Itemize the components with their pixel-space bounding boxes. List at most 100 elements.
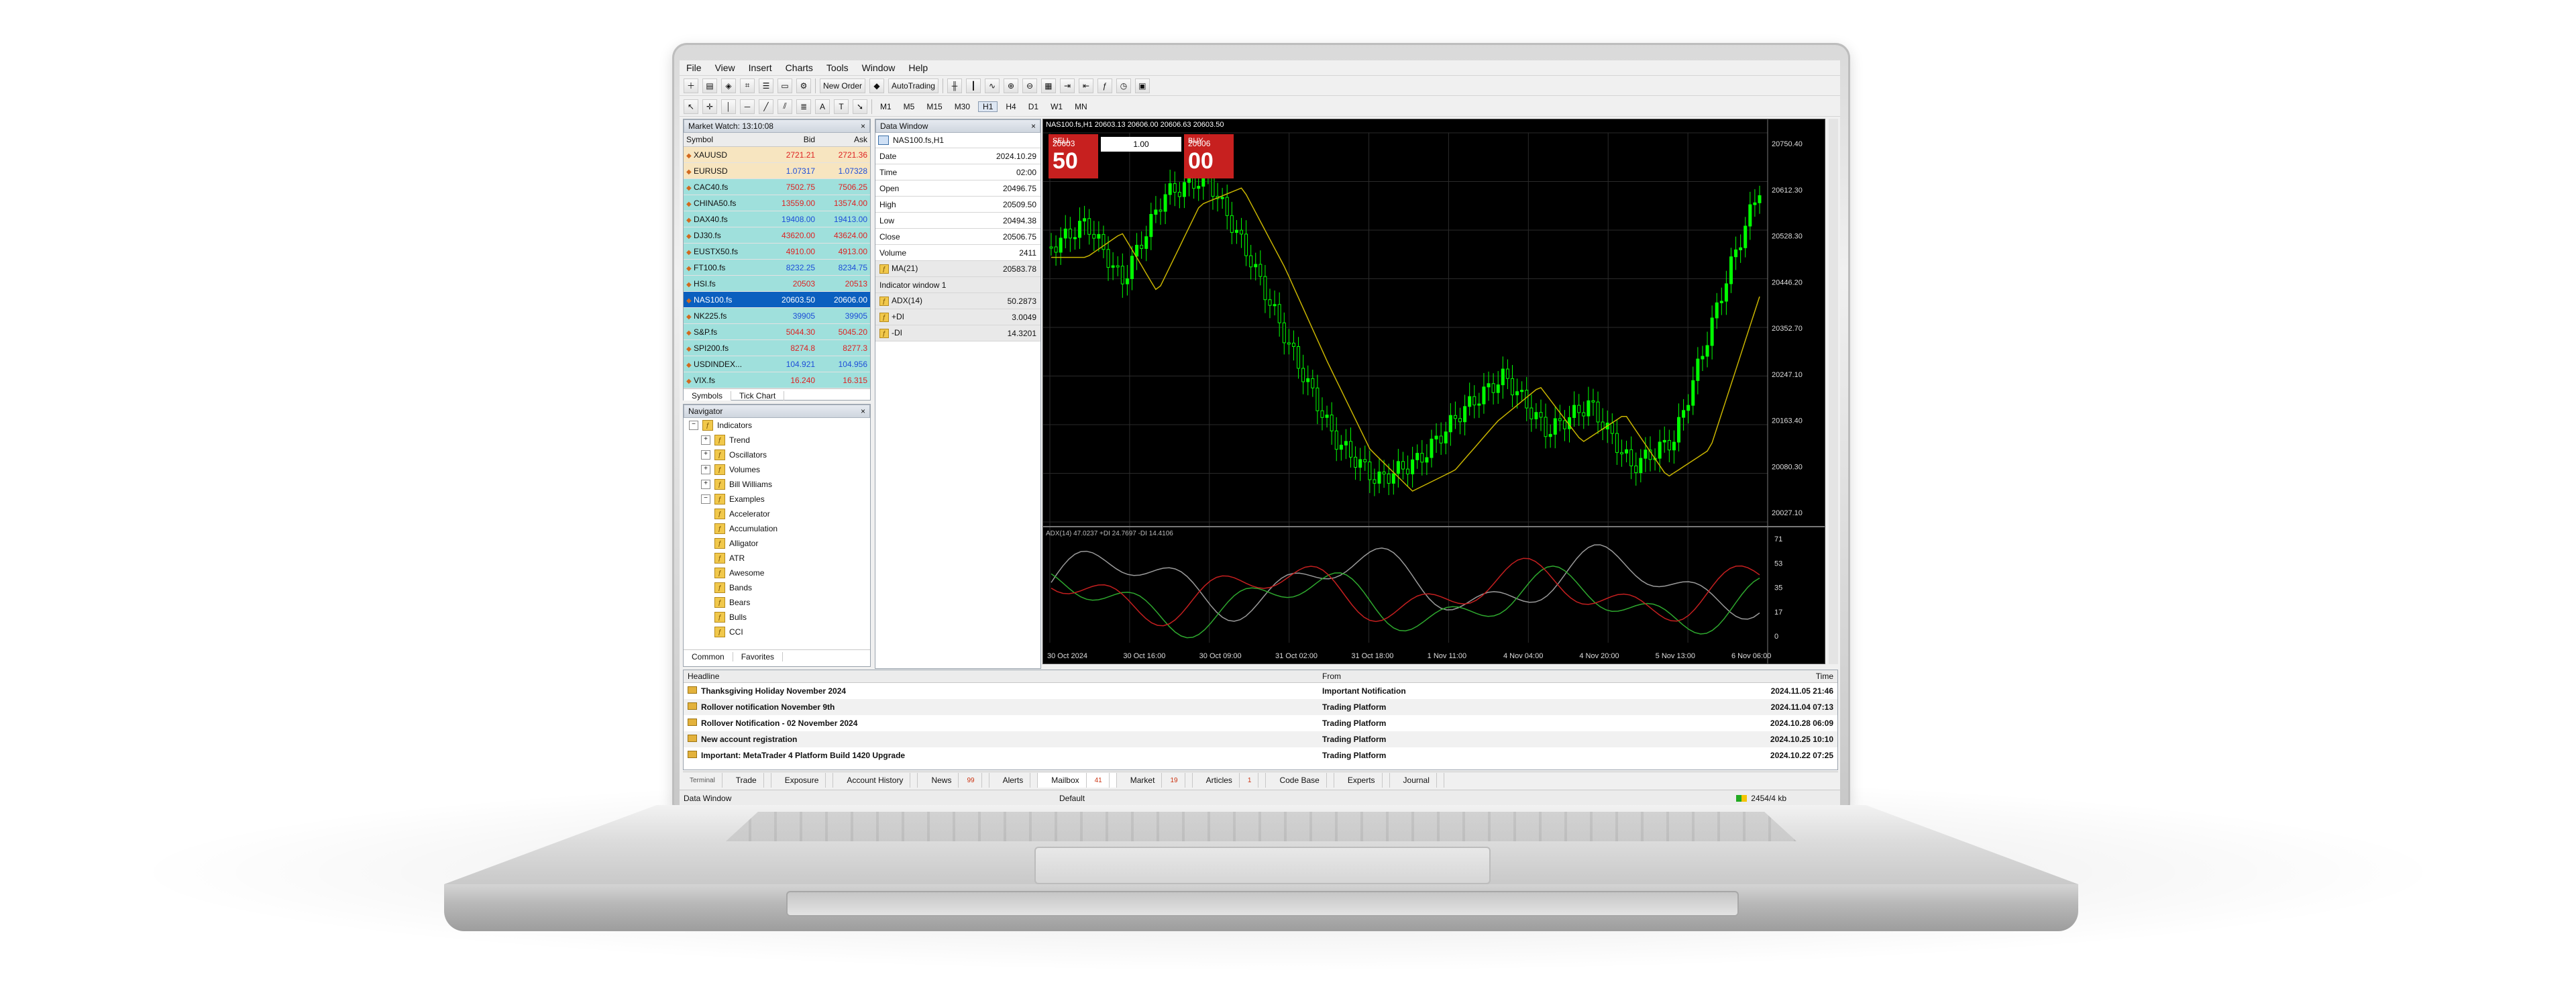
market-watch-row[interactable]: ◆ NK225.fs 39905 39905 [684, 307, 870, 324]
crosshair-icon[interactable]: ✛ [702, 99, 717, 114]
timeframe-h1[interactable]: H1 [978, 101, 998, 112]
text-icon[interactable]: A [815, 99, 830, 114]
navigator-item[interactable]: − ƒ Examples [689, 492, 870, 507]
column-header-symbol[interactable]: Symbol [684, 133, 766, 147]
market-watch-row[interactable]: ◆ EURUSD 1.07317 1.07328 [684, 162, 870, 179]
navigator-item[interactable]: ƒ Bands [689, 580, 870, 595]
line-chart-icon[interactable]: ∿ [984, 78, 1000, 93]
navigator-item[interactable]: + ƒ Volumes [689, 462, 870, 477]
navigator-item[interactable]: − ƒ Indicators [689, 418, 870, 433]
tile-windows-icon[interactable]: ▦ [1040, 78, 1056, 93]
arrows-icon[interactable]: ➘ [853, 99, 867, 114]
menu-window[interactable]: Window [855, 62, 902, 73]
terminal-tab[interactable]: Alerts [989, 773, 1038, 788]
news-row[interactable]: Important: MetaTrader 4 Platform Build 1… [684, 747, 1837, 763]
autoscroll-icon[interactable]: ⇥ [1059, 78, 1075, 93]
close-icon[interactable]: × [861, 121, 865, 131]
indicators-icon[interactable]: ƒ [1097, 78, 1112, 93]
navigator-item[interactable]: ƒ Alligator [689, 536, 870, 551]
navigator-item[interactable]: + ƒ Trend [689, 433, 870, 447]
market-watch-row[interactable]: ◆ DJ30.fs 43620.00 43624.00 [684, 227, 870, 244]
channel-icon[interactable]: ⫽ [777, 99, 792, 114]
expand-icon[interactable]: + [701, 450, 710, 460]
timeframe-mn[interactable]: MN [1071, 102, 1091, 111]
trendline-icon[interactable]: ╱ [759, 99, 773, 114]
market-watch-row[interactable]: ◆ EUSTX50.fs 4910.00 4913.00 [684, 243, 870, 260]
terminal-tab[interactable]: Account History [833, 773, 918, 788]
navigator-item[interactable]: ƒ Accelerator [689, 507, 870, 521]
terminal-tab[interactable]: News 99 [918, 773, 989, 788]
timeframe-m30[interactable]: M30 [951, 102, 974, 111]
timeframe-m15[interactable]: M15 [922, 102, 946, 111]
menu-help[interactable]: Help [902, 62, 934, 73]
navigator-item[interactable]: + ƒ Bill Williams [689, 477, 870, 492]
vertical-line-icon[interactable]: │ [721, 99, 736, 114]
expand-icon[interactable]: + [701, 465, 710, 474]
templates-icon[interactable]: ▣ [1134, 78, 1150, 93]
navigator-item[interactable]: ƒ Bears [689, 595, 870, 610]
market-watch-row[interactable]: ◆ USDINDEX... 104.921 104.956 [684, 356, 870, 372]
menu-charts[interactable]: Charts [779, 62, 820, 73]
market-watch-row[interactable]: ◆ CAC40.fs 7502.75 7506.25 [684, 178, 870, 195]
terminal-tab[interactable]: Exposure [771, 773, 834, 788]
data-window-icon[interactable]: ⌗ [740, 78, 755, 93]
navigator-item[interactable]: ƒ Awesome [689, 566, 870, 580]
news-row[interactable]: Thanksgiving Holiday November 2024 Import… [684, 683, 1837, 700]
navigator-item[interactable]: ƒ Bulls [689, 610, 870, 625]
zoom-out-icon[interactable]: ⊖ [1022, 78, 1037, 93]
timeframe-w1[interactable]: W1 [1046, 102, 1067, 111]
timeframe-m5[interactable]: M5 [900, 102, 919, 111]
candlestick-icon[interactable]: ┃ [965, 78, 981, 93]
terminal-tab[interactable]: Code Base [1266, 773, 1334, 788]
column-header-bid[interactable]: Bid [765, 133, 818, 147]
navigator-item[interactable]: ƒ CCI [689, 625, 870, 639]
price-chart[interactable]: 20750.40 20612.30 20528.30 20446.20 20352.70… [1042, 119, 1825, 664]
new-order-button[interactable]: New Order [820, 78, 866, 93]
metaeditor-icon[interactable]: ◆ [869, 78, 885, 93]
tab-common[interactable]: Common [684, 652, 733, 661]
buy-button[interactable]: BUY 20606 00 [1184, 134, 1234, 178]
market-watch-row[interactable]: ◆ SPI200.fs 8274.8 8277.3 [684, 339, 870, 356]
market-watch-row[interactable]: ◆ S&P.fs 5044.30 5045.20 [684, 323, 870, 340]
market-watch-row[interactable]: ◆ DAX40.fs 19408.00 19413.00 [684, 211, 870, 227]
chart-canvas[interactable]: 20750.40 20612.30 20528.30 20446.20 20352.70… [1043, 119, 1825, 664]
terminal-tab[interactable]: Mailbox 41 [1038, 773, 1117, 788]
market-watch-row[interactable]: ◆ HSI.fs 20503 20513 [684, 275, 870, 292]
autotrading-button[interactable]: AutoTrading [888, 78, 938, 93]
market-watch-row[interactable]: ◆ CHINA50.fs 13559.00 13574.00 [684, 195, 870, 211]
navigator-item[interactable]: ƒ ATR [689, 551, 870, 566]
expand-icon[interactable]: − [701, 494, 710, 504]
timeframe-m1[interactable]: M1 [876, 102, 896, 111]
menu-view[interactable]: View [708, 62, 742, 73]
zoom-in-icon[interactable]: ⊕ [1003, 78, 1018, 93]
timeframe-d1[interactable]: D1 [1024, 102, 1042, 111]
close-icon[interactable]: × [1031, 121, 1036, 131]
market-watch-row[interactable]: ◆ VIX.fs 16.240 16.315 [684, 372, 870, 388]
terminal-icon[interactable]: ▭ [777, 78, 793, 93]
terminal-tab[interactable]: Articles 1 [1193, 773, 1267, 788]
navigator-item[interactable]: + ƒ Oscillators [689, 447, 870, 462]
chart-scrollbar[interactable] [1829, 119, 1838, 664]
close-icon[interactable]: × [861, 407, 865, 416]
terminal-tab[interactable]: Trade [722, 773, 771, 788]
column-header-from[interactable]: From [1318, 670, 1664, 683]
sell-button[interactable]: SELL 20603 50 [1049, 134, 1098, 178]
terminal-tab[interactable]: Market 19 [1117, 773, 1193, 788]
menu-insert[interactable]: Insert [742, 62, 779, 73]
column-header-ask[interactable]: Ask [818, 133, 870, 147]
navigator-item[interactable]: ƒ Accumulation [689, 521, 870, 536]
market-watch-row[interactable]: ◆ FT100.fs 8232.25 8234.75 [684, 259, 870, 276]
periods-icon[interactable]: ◷ [1116, 78, 1131, 93]
news-row[interactable]: Rollover notification November 9th Tradin… [684, 699, 1837, 715]
label-icon[interactable]: T [834, 99, 849, 114]
tab-symbols[interactable]: Symbols [684, 391, 732, 401]
new-chart-icon[interactable]: ＋ [684, 78, 699, 93]
news-row[interactable]: Rollover Notification - 02 November 2024… [684, 715, 1837, 731]
menu-tools[interactable]: Tools [820, 62, 855, 73]
cursor-icon[interactable]: ↖ [684, 99, 698, 114]
fibonacci-icon[interactable]: ≣ [796, 99, 811, 114]
expand-icon[interactable]: + [701, 480, 710, 489]
column-header-headline[interactable]: Headline [684, 670, 1318, 683]
market-watch-icon[interactable]: ◈ [721, 78, 737, 93]
tab-favorites[interactable]: Favorites [733, 652, 784, 661]
